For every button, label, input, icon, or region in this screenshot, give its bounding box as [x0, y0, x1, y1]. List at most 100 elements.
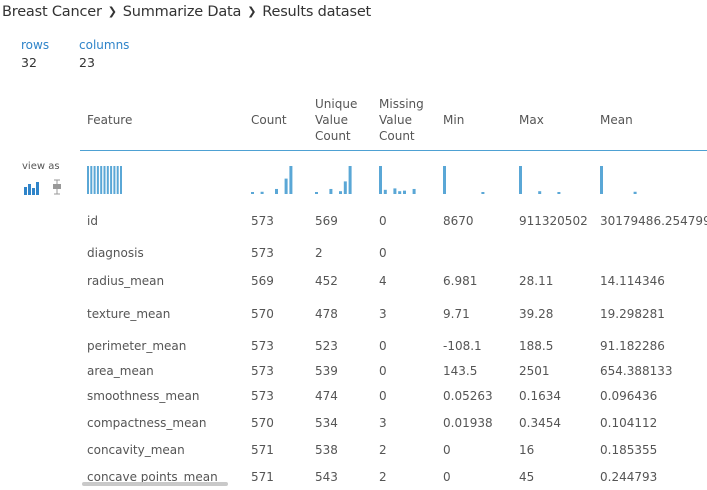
- feature-histogram[interactable]: [87, 166, 127, 196]
- table-row[interactable]: smoothness_mean 573 474 0 0.05263 0.1634 0.096…: [0, 389, 707, 409]
- cell-feature: concavity_mean: [87, 443, 185, 457]
- cell-missing: 2: [379, 443, 387, 457]
- column-header-mean[interactable]: Mean: [600, 112, 633, 128]
- min-histogram[interactable]: [443, 166, 488, 196]
- breadcrumb-item-current: Results dataset: [262, 4, 372, 20]
- cell-feature: id: [87, 214, 98, 228]
- cell-count: 573: [251, 246, 274, 260]
- cell-max: 28.11: [519, 274, 554, 288]
- cell-feature: perimeter_mean: [87, 339, 187, 353]
- cell-mean: 0.104112: [600, 416, 658, 430]
- column-header-feature[interactable]: Feature: [87, 112, 132, 128]
- histogram-bar: [106, 166, 109, 194]
- histogram-bar: [96, 166, 99, 194]
- histogram-bar: [600, 166, 603, 194]
- cell-feature: compactness_mean: [87, 416, 207, 430]
- cell-missing: 0: [379, 214, 387, 228]
- cell-unique: 538: [315, 443, 338, 457]
- histogram-bar: [87, 166, 89, 194]
- cell-mean: 91.182286: [600, 339, 665, 353]
- table-row[interactable]: diagnosis 573 2 0: [0, 246, 707, 266]
- breadcrumb-item-experiment[interactable]: Breast Cancer: [2, 4, 102, 20]
- table-row[interactable]: id 573 569 0 8670 911320502 30179486.254799: [0, 214, 707, 234]
- table-row[interactable]: radius_mean 569 452 4 6.981 28.11 14.114346: [0, 274, 707, 294]
- rows-value: 32: [21, 55, 37, 70]
- cell-count: 569: [251, 274, 274, 288]
- histogram-bar: [379, 166, 382, 194]
- histogram-bar: [481, 192, 485, 194]
- column-header-max[interactable]: Max: [519, 112, 544, 128]
- cell-feature: texture_mean: [87, 307, 171, 321]
- cell-mean: 0.096436: [600, 389, 658, 403]
- horizontal-scrollbar[interactable]: [82, 482, 228, 486]
- header-divider: [80, 150, 707, 151]
- cell-unique: 474: [315, 389, 338, 403]
- histogram-bar: [289, 166, 293, 194]
- rows-stat: rows 32: [21, 38, 49, 70]
- histogram-bar: [633, 191, 637, 194]
- table-row[interactable]: area_mean 573 539 0 143.5 2501 654.388133: [0, 364, 707, 384]
- cell-count: 570: [251, 416, 274, 430]
- table-row[interactable]: texture_mean 570 478 3 9.71 39.28 19.298281: [0, 307, 707, 327]
- cell-unique: 569: [315, 214, 338, 228]
- cell-mean: 30179486.254799: [600, 214, 707, 228]
- histogram-bar: [116, 166, 119, 194]
- cell-min: 143.5: [443, 364, 478, 378]
- cell-missing: 4: [379, 274, 387, 288]
- cell-min: 6.981: [443, 274, 478, 288]
- cell-unique: 523: [315, 339, 338, 353]
- max-histogram[interactable]: [519, 166, 564, 196]
- cell-missing: 3: [379, 416, 387, 430]
- cell-max: 39.28: [519, 307, 554, 321]
- columns-label: columns: [79, 38, 130, 52]
- histogram-bar: [339, 191, 342, 194]
- column-header-unique-value-count[interactable]: Unique Value Count: [315, 96, 365, 144]
- cell-feature: diagnosis: [87, 246, 144, 260]
- table-row[interactable]: perimeter_mean 573 523 0 -108.1 188.5 91.18228…: [0, 339, 707, 359]
- histogram-bar: [412, 188, 416, 194]
- cell-min: 0: [443, 443, 451, 457]
- cell-count: 573: [251, 364, 274, 378]
- cell-count: 573: [251, 389, 274, 403]
- cell-feature: smoothness_mean: [87, 389, 200, 403]
- cell-count: 573: [251, 214, 274, 228]
- cell-missing: 2: [379, 470, 387, 484]
- histogram-bar: [100, 166, 103, 194]
- cell-max: 0.3454: [519, 416, 561, 430]
- cell-missing: 0: [379, 389, 387, 403]
- cell-min: 0.05263: [443, 389, 493, 403]
- cell-mean: 0.244793: [600, 470, 658, 484]
- histogram-bar: [538, 191, 542, 194]
- column-header-min[interactable]: Min: [443, 112, 464, 128]
- cell-max: 16: [519, 443, 535, 457]
- cell-max: 188.5: [519, 339, 554, 353]
- column-header-count[interactable]: Count: [251, 112, 287, 128]
- missing-value-count-histogram[interactable]: [379, 166, 424, 196]
- cell-min: 0.01938: [443, 416, 493, 430]
- histogram-bar: [90, 166, 93, 194]
- histogram-bar: [251, 192, 254, 194]
- histogram-bar: [315, 192, 318, 194]
- histogram-bar: [260, 191, 264, 194]
- histogram-bar: [348, 166, 352, 194]
- histogram-bar: [383, 189, 387, 194]
- cell-max: 45: [519, 470, 535, 484]
- table-row[interactable]: concave points_mean 571 543 2 0 45 0.244793: [0, 470, 707, 490]
- unique-value-count-histogram[interactable]: [315, 166, 360, 196]
- column-header-missing-value-count[interactable]: Missing Value Count: [379, 96, 429, 144]
- cell-count: 571: [251, 443, 274, 457]
- histogram-bar: [443, 166, 446, 194]
- histogram-bar: [403, 190, 406, 194]
- mean-histogram[interactable]: [600, 166, 645, 196]
- cell-missing: 0: [379, 364, 387, 378]
- cell-missing: 0: [379, 246, 387, 260]
- histogram-bar: [110, 166, 113, 194]
- table-row[interactable]: compactness_mean 570 534 3 0.01938 0.3454 0.10…: [0, 416, 707, 436]
- cell-unique: 543: [315, 470, 338, 484]
- cell-max: 2501: [519, 364, 550, 378]
- histogram-bar: [93, 166, 96, 194]
- count-histogram[interactable]: [251, 166, 296, 196]
- table-row[interactable]: concavity_mean 571 538 2 0 16 0.185355: [0, 443, 707, 463]
- breadcrumb-item-module[interactable]: Summarize Data: [123, 4, 242, 20]
- histogram-row: [0, 160, 707, 200]
